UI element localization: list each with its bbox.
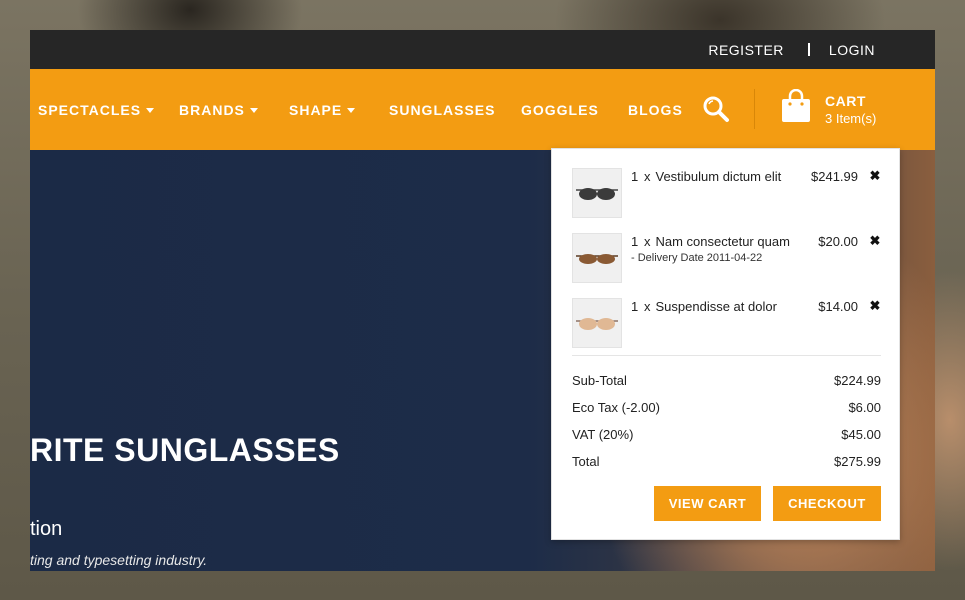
product-quantity: 1 <box>631 169 639 184</box>
cart-item-count: 3 Item(s) <box>825 111 877 126</box>
remove-item-icon[interactable]: ✖ <box>868 299 882 313</box>
total-value: $275.99 <box>834 454 881 469</box>
total-label: Eco Tax (-2.00) <box>572 400 660 415</box>
caret-down-icon <box>146 107 155 113</box>
shopping-bag-icon <box>780 88 812 123</box>
total-value: $224.99 <box>834 373 881 388</box>
product-name-link[interactable]: x Vestibulum dictum elit <box>644 169 781 184</box>
nav-item-label: SHAPE <box>289 101 343 118</box>
product-option: - Delivery Date 2011-04-22 <box>631 252 763 264</box>
register-link[interactable]: REGISTER <box>708 42 784 58</box>
product-quantity: 1 <box>631 234 639 249</box>
caret-down-icon <box>347 107 356 113</box>
product-thumbnail[interactable] <box>572 168 622 218</box>
product-price: $20.00 <box>818 234 858 249</box>
checkout-button[interactable]: CHECKOUT <box>773 486 881 521</box>
nav-item-label: SUNGLASSES <box>389 101 496 118</box>
nav-item-label: GOGGLES <box>521 101 599 118</box>
top-bar: REGISTER LOGIN <box>30 30 935 69</box>
nav-item-shape[interactable]: SHAPE <box>289 69 356 150</box>
nav-item-label: SPECTACLES <box>38 101 142 118</box>
product-thumbnail[interactable] <box>572 233 622 283</box>
total-label: Total <box>572 454 600 469</box>
hero-description: ting and typesetting industry. <box>30 552 208 568</box>
times-symbol: x <box>644 169 651 184</box>
topbar-divider <box>807 43 810 56</box>
product-thumbnail[interactable] <box>572 298 622 348</box>
cart-product: 1 x Nam consectetur quam - Delivery Date … <box>572 233 882 283</box>
cart-dropdown: 1 x Vestibulum dictum elit $241.99 ✖ 1 xN… <box>551 148 900 540</box>
remove-item-icon[interactable]: ✖ <box>868 169 882 183</box>
nav-divider <box>754 89 755 129</box>
total-row: Total $275.99 <box>572 454 881 469</box>
view-cart-button[interactable]: VIEW CART <box>654 486 761 521</box>
product-price: $241.99 <box>811 169 858 184</box>
times-symbol: x <box>644 299 651 314</box>
login-link[interactable]: LOGIN <box>829 42 875 58</box>
product-name: Vestibulum dictum elit <box>655 169 782 184</box>
total-value: $45.00 <box>841 427 881 442</box>
cart-product: 1 x Vestibulum dictum elit $241.99 ✖ <box>572 168 882 218</box>
hero-title: RITE SUNGLASSES <box>30 432 340 468</box>
nav-item-label: BLOGS <box>628 101 683 118</box>
product-price: $14.00 <box>818 299 858 314</box>
nav-item-sunglasses[interactable]: SUNGLASSES <box>389 69 495 150</box>
nav-item-blogs[interactable]: BLOGS <box>628 69 683 150</box>
nav-item-spectacles[interactable]: SPECTACLES <box>38 69 155 150</box>
nav-item-label: BRANDS <box>179 101 245 118</box>
cart-title: CART <box>825 93 866 109</box>
caret-down-icon <box>249 107 258 113</box>
search-icon[interactable] <box>702 95 730 123</box>
cart-product: 1 x Suspendisse at dolor $14.00 ✖ <box>572 298 882 348</box>
hero-subtitle: tion <box>30 518 63 540</box>
product-name-link[interactable]: x Nam consectetur quam <box>644 234 790 249</box>
subtotal-row: Sub-Total $224.99 <box>572 373 881 388</box>
nav-item-goggles[interactable]: GOGGLES <box>521 69 599 150</box>
product-quantity: 1 <box>631 299 639 314</box>
nav-item-brands[interactable]: BRANDS <box>179 69 258 150</box>
main-navigation: SPECTACLES BRANDS SHAPE SUNGLASSES GOGGL… <box>30 69 935 150</box>
product-name-link[interactable]: x Suspendisse at dolor <box>644 299 777 314</box>
total-value: $6.00 <box>848 400 881 415</box>
cart-button[interactable]: CART 3 Item(s) <box>780 83 930 135</box>
eco-tax-row: Eco Tax (-2.00) $6.00 <box>572 400 881 415</box>
product-name: Suspendisse at dolor <box>655 299 777 314</box>
vat-row: VAT (20%) $45.00 <box>572 427 881 442</box>
total-label: Sub-Total <box>572 373 627 388</box>
remove-item-icon[interactable]: ✖ <box>868 234 882 248</box>
total-label: VAT (20%) <box>572 427 634 442</box>
times-symbol: x <box>644 234 651 249</box>
product-name: Nam consectetur quam <box>655 234 790 249</box>
cart-divider <box>572 355 881 356</box>
